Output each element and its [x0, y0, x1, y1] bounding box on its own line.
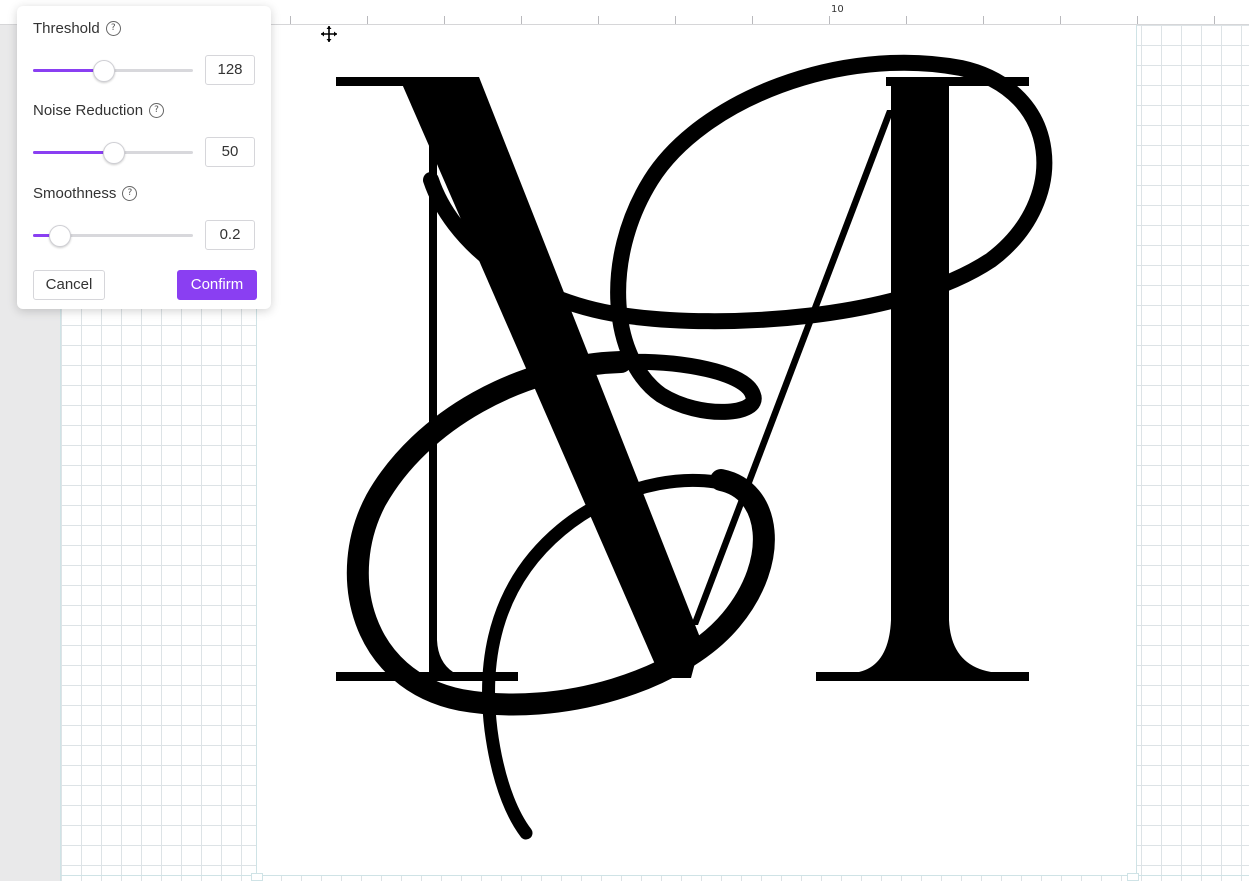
m-bottom-right-serif: [816, 672, 1029, 681]
ruler-tick: [1137, 16, 1138, 24]
threshold-slider[interactable]: [33, 60, 193, 82]
artboard-bottom-edge: [60, 875, 1249, 876]
smoothness-label-row: Smoothness ?: [33, 185, 138, 202]
threshold-input[interactable]: 128: [205, 55, 255, 85]
artboard[interactable]: [256, 25, 1137, 875]
slider-thumb[interactable]: [48, 225, 71, 247]
threshold-label: Threshold: [33, 20, 100, 37]
slider-thumb[interactable]: [93, 60, 116, 82]
smoothness-input[interactable]: 0.2: [205, 220, 255, 250]
confirm-button[interactable]: Confirm: [177, 270, 257, 300]
question-circle-icon[interactable]: ?: [105, 21, 121, 36]
ruler-tick: [290, 16, 291, 24]
trace-settings-panel: Threshold ? 128 Noise Reduction ? 50 Smo…: [17, 6, 271, 309]
noise-reduction-label: Noise Reduction: [33, 102, 144, 119]
monogram-artwork[interactable]: [257, 25, 1136, 875]
ruler-tick: [906, 16, 907, 24]
ruler-tick: [829, 16, 830, 24]
move-cursor-icon: [321, 26, 337, 42]
m-right-stem: [859, 80, 991, 672]
ruler-tick: [752, 16, 753, 24]
noise-reduction-slider[interactable]: [33, 142, 193, 164]
corner-handle-left[interactable]: [251, 873, 263, 881]
ruler-tick: [1060, 16, 1061, 24]
smoothness-label: Smoothness: [33, 185, 117, 202]
corner-handle-right[interactable]: [1127, 873, 1139, 881]
question-circle-icon[interactable]: ?: [149, 103, 165, 118]
smoothness-slider[interactable]: [33, 225, 193, 247]
ruler-tick: [598, 16, 599, 24]
noise-reduction-label-row: Noise Reduction ?: [33, 102, 165, 119]
slider-thumb[interactable]: [103, 142, 125, 164]
cancel-button[interactable]: Cancel: [33, 270, 105, 300]
noise-reduction-input[interactable]: 50: [205, 137, 255, 167]
ruler-tick: [367, 16, 368, 24]
question-circle-icon[interactable]: ?: [122, 186, 138, 201]
ruler-label: 10: [831, 4, 844, 15]
ruler-tick: [1214, 16, 1215, 24]
ruler-tick: [675, 16, 676, 24]
ruler-tick: [521, 16, 522, 24]
threshold-label-row: Threshold ?: [33, 20, 121, 37]
slider-fill: [33, 151, 113, 154]
ruler-tick: [444, 16, 445, 24]
ruler-tick: [983, 16, 984, 24]
